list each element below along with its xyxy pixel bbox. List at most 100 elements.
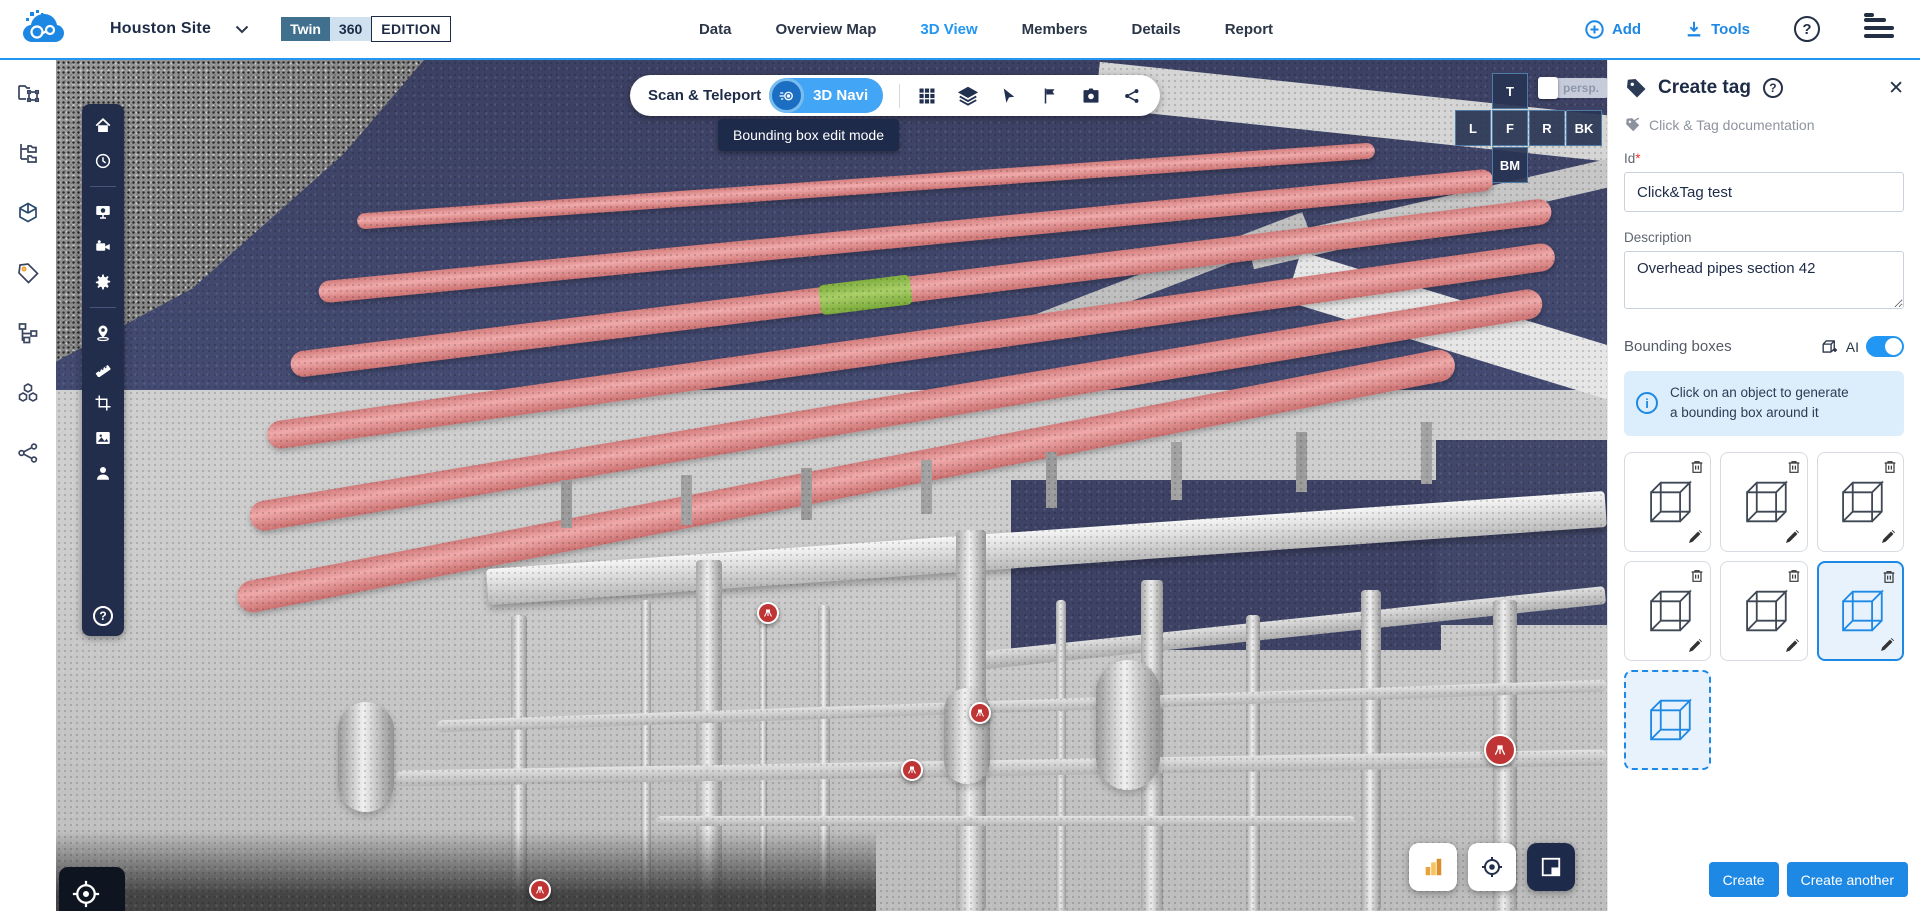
nav-item-details[interactable]: Details bbox=[1131, 21, 1180, 38]
select-cursor-icon[interactable] bbox=[997, 84, 1021, 108]
projection-toggle-knob bbox=[1538, 77, 1558, 99]
image-export-icon[interactable] bbox=[93, 428, 113, 448]
sidebar-item-workflow-icon[interactable] bbox=[15, 320, 41, 346]
create-tag-panel: Create tag ? ✕ Click & Tag documentation… bbox=[1607, 60, 1920, 911]
scan-teleport-mode-button[interactable]: Scan & Teleport bbox=[648, 87, 761, 104]
scan-camera-icon[interactable] bbox=[93, 237, 113, 257]
site-chevron-down-icon[interactable] bbox=[235, 25, 249, 34]
pencil-icon[interactable] bbox=[1879, 637, 1895, 653]
pencil-icon[interactable] bbox=[1880, 529, 1896, 545]
ai-toggle-knob bbox=[1885, 338, 1902, 355]
panorama-marker[interactable] bbox=[969, 702, 991, 724]
3d-navi-mode-toggle[interactable]: 3D Navi bbox=[769, 78, 884, 113]
view-cube-front[interactable]: F bbox=[1492, 110, 1528, 146]
nav-item-report[interactable]: Report bbox=[1225, 21, 1273, 38]
panorama-marker[interactable] bbox=[757, 602, 779, 624]
minimap-button[interactable] bbox=[1409, 843, 1457, 891]
sidebar-item-hierarchy-icon[interactable] bbox=[15, 140, 41, 166]
trash-icon[interactable] bbox=[1689, 458, 1705, 476]
pencil-icon[interactable] bbox=[1784, 638, 1800, 654]
projection-toggle[interactable]: persp. bbox=[1538, 77, 1607, 99]
pencil-icon[interactable] bbox=[1687, 638, 1703, 654]
3d-viewport[interactable]: ? Scan & Teleport 3D Navi Bounding box e… bbox=[56, 60, 1607, 911]
view-cube-bottom[interactable]: BM bbox=[1492, 147, 1528, 183]
scene-pipe-run bbox=[436, 679, 1607, 733]
id-label-text: Id bbox=[1624, 151, 1636, 166]
view-cube-left[interactable]: L bbox=[1455, 110, 1491, 146]
recenter-compass-button[interactable] bbox=[59, 867, 125, 911]
trash-icon[interactable] bbox=[1786, 567, 1802, 585]
cube-wireframe-icon bbox=[1649, 697, 1692, 740]
panel-close-icon[interactable]: ✕ bbox=[1888, 79, 1904, 98]
panorama-marker[interactable] bbox=[529, 879, 551, 901]
view-cube-top[interactable]: T bbox=[1492, 73, 1528, 109]
info-line2: a bounding box around it bbox=[1670, 405, 1819, 421]
scene-joist bbox=[921, 460, 932, 514]
panorama-marker[interactable] bbox=[901, 759, 923, 781]
sidebar-item-tags-icon[interactable] bbox=[15, 260, 41, 286]
grid-icon[interactable] bbox=[915, 84, 939, 108]
tools-button[interactable]: Tools bbox=[1685, 20, 1750, 38]
locate-target-button[interactable] bbox=[1468, 843, 1516, 891]
doc-tag-icon bbox=[1626, 117, 1640, 132]
nav-item-overview-map[interactable]: Overview Map bbox=[775, 21, 876, 38]
create-another-button[interactable]: Create another bbox=[1786, 862, 1908, 897]
nav-item-members[interactable]: Members bbox=[1022, 21, 1088, 38]
bbox-card-add-placeholder[interactable] bbox=[1624, 669, 1712, 770]
bbox-card-selected[interactable] bbox=[1816, 560, 1904, 661]
crop-icon[interactable] bbox=[93, 393, 113, 413]
bbox-card[interactable] bbox=[1816, 451, 1904, 552]
share-icon[interactable] bbox=[1120, 84, 1144, 108]
home-icon[interactable] bbox=[93, 116, 113, 136]
cube-wireframe-icon bbox=[1649, 479, 1692, 522]
palette-help-icon[interactable]: ? bbox=[93, 606, 113, 626]
nav-item-3d-view[interactable]: 3D View bbox=[920, 21, 977, 38]
bbox-card[interactable] bbox=[1624, 451, 1712, 552]
trash-icon[interactable] bbox=[1689, 567, 1705, 585]
teleport-pin-icon[interactable] bbox=[93, 323, 113, 343]
pencil-icon[interactable] bbox=[1784, 529, 1800, 545]
view-cube-right[interactable]: R bbox=[1529, 110, 1565, 146]
camera-icon[interactable] bbox=[1079, 84, 1103, 108]
layers-icon[interactable] bbox=[956, 84, 980, 108]
settings-gear-icon[interactable] bbox=[93, 272, 113, 292]
create-button[interactable]: Create bbox=[1708, 862, 1779, 897]
id-input[interactable] bbox=[1624, 172, 1904, 212]
measure-ruler-icon[interactable] bbox=[93, 358, 113, 378]
panel-help-icon[interactable]: ? bbox=[1762, 78, 1783, 98]
view-cube-back[interactable]: BK bbox=[1566, 110, 1602, 146]
history-clock-icon[interactable] bbox=[93, 151, 113, 171]
trash-icon[interactable] bbox=[1882, 458, 1898, 476]
avatar-person-icon[interactable] bbox=[93, 463, 113, 483]
pencil-icon[interactable] bbox=[1687, 529, 1703, 545]
cloud-logo-icon[interactable] bbox=[20, 9, 66, 49]
help-button[interactable]: ? bbox=[1794, 16, 1820, 42]
hamburger-menu-button[interactable] bbox=[1864, 13, 1894, 40]
ai-toggle[interactable] bbox=[1866, 336, 1904, 357]
viewer-toolbar-icons bbox=[915, 84, 1144, 108]
info-icon: i bbox=[1636, 392, 1658, 415]
panorama-marker[interactable] bbox=[1484, 734, 1516, 766]
nav-item-data[interactable]: Data bbox=[699, 21, 732, 38]
fullscreen-button[interactable] bbox=[1527, 843, 1575, 891]
bbox-card[interactable] bbox=[1720, 560, 1808, 661]
panel-footer-buttons: Create Create another bbox=[1708, 862, 1908, 897]
add-button[interactable]: Add bbox=[1585, 19, 1641, 39]
navigation-mode-bar: Scan & Teleport 3D Navi bbox=[630, 75, 1161, 116]
trash-icon[interactable] bbox=[1881, 568, 1897, 586]
bbox-card[interactable] bbox=[1624, 560, 1712, 661]
flag-icon[interactable] bbox=[1038, 84, 1062, 108]
trash-icon[interactable] bbox=[1786, 458, 1802, 476]
scan-viewer-icon[interactable] bbox=[93, 202, 113, 222]
sidebar-item-project-icon[interactable] bbox=[15, 80, 41, 106]
description-textarea[interactable]: Overhead pipes section 42 bbox=[1624, 251, 1904, 309]
bbox-card[interactable] bbox=[1720, 451, 1808, 552]
sidebar-item-share-icon[interactable] bbox=[15, 440, 41, 466]
sidebar-item-3d-model-icon[interactable] bbox=[15, 200, 41, 226]
sidebar-item-assets-icon[interactable] bbox=[15, 380, 41, 406]
info-text: Click on an object to generate a boundin… bbox=[1670, 383, 1849, 424]
description-field-label: Description bbox=[1624, 230, 1692, 245]
gold-bars-icon bbox=[1425, 858, 1442, 876]
click-tag-doc-link[interactable]: Click & Tag documentation bbox=[1624, 116, 1904, 133]
ai-box-icon bbox=[1822, 340, 1837, 353]
